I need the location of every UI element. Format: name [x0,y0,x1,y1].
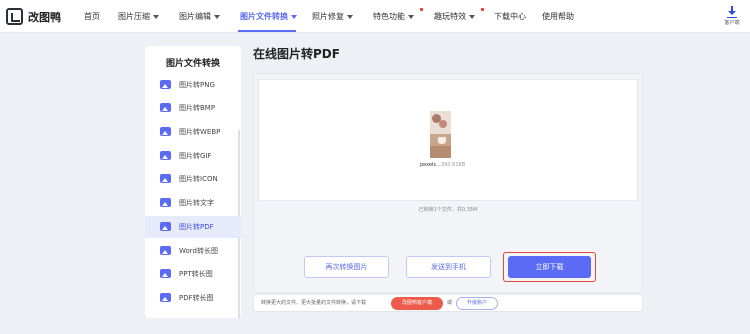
nav-featured[interactable]: 特色功能 [373,11,414,22]
chevron-down-icon [153,14,159,19]
nav-home[interactable]: 首页 [84,11,100,22]
sidebar-item-pdf-long-image[interactable]: PDF转长图 [145,287,241,309]
sidebar-item-ppt-long-image[interactable]: PPT转长图 [145,263,241,285]
image-icon [160,174,171,183]
upgrade-account-button[interactable]: 升级账户 [456,297,498,310]
sidebar-item-label: 图片转ICON [179,175,218,183]
sidebar-item-label: 图片转PNG [179,81,215,89]
sidebar-item-webp[interactable]: 图片转WEBP [145,121,241,143]
conversion-summary: 已转换1个文件，共0.35M [418,207,478,213]
chevron-down-icon [469,14,475,19]
sidebar-item-png[interactable]: 图片转PNG [145,74,241,96]
image-icon [160,246,171,255]
nav-download-center[interactable]: 下载中心 [494,11,526,22]
sidebar-item-label: PPT转长图 [179,270,213,278]
image-icon [160,151,171,160]
logo-text: 改图鸭 [28,10,61,24]
image-icon [160,293,171,302]
download-button[interactable]: 立即下载 [508,256,591,278]
new-badge [481,8,484,11]
logo[interactable]: 改图鸭 [6,8,61,25]
sidebar-item-text[interactable]: 图片转文字 [145,192,241,214]
sidebar-item-label: 图片转PDF [179,223,214,231]
sidebar-item-label: 图片转BMP [179,104,216,112]
nav-image-edit[interactable]: 图片编辑 [179,11,220,22]
sidebar-item-icon[interactable]: 图片转ICON [145,168,241,190]
chevron-down-icon [347,14,353,19]
logo-icon [6,8,23,25]
nav-image-file-convert[interactable]: 图片文件转换 [240,11,297,22]
file-thumbnail[interactable] [430,111,451,158]
image-icon [160,103,171,112]
sidebar-item-label: Word转长图 [179,247,218,255]
sidebar-item-word-long-image[interactable]: Word转长图 [145,240,241,262]
download-icon [728,6,736,16]
sidebar-item-label: PDF转长图 [179,294,214,302]
page-title: 在线图片转PDF [253,47,340,61]
image-icon [160,127,171,136]
image-icon [160,198,171,207]
reconvert-button[interactable]: 再次转换图片 [304,256,389,278]
chevron-down-icon [214,14,220,19]
client-download-label: 客户端 [724,20,740,26]
file-name: pexels... [420,162,441,168]
sidebar-item-label: 图片转GIF [179,152,212,160]
nav-help[interactable]: 使用帮助 [542,11,574,22]
chevron-down-icon [408,14,414,19]
image-icon [160,222,171,231]
sidebar-item-label: 图片转文字 [179,199,214,207]
image-icon [160,269,171,278]
image-icon [160,80,171,89]
info-text: 转换更大的文件、更大批量的文件转换，请下载 [261,300,367,306]
send-to-phone-button[interactable]: 发送到手机 [406,256,491,278]
sidebar-item-gif[interactable]: 图片转GIF [145,145,241,167]
new-badge [420,8,423,11]
download-client-button[interactable]: 改图鸭客户端 [391,297,443,310]
nav-image-compress[interactable]: 图片压缩 [118,11,159,22]
or-text: 或 [447,300,453,306]
top-header: 改图鸭 首页 图片压缩 图片编辑 图片文件转换 照片修复 特色功能 趣玩特效 下… [0,0,750,33]
client-download-button[interactable]: 客户端 [720,6,744,26]
nav-fun-effects[interactable]: 趣玩特效 [434,11,475,22]
file-size: 390.81KB [441,162,466,168]
active-nav-indicator [238,30,296,32]
sidebar-item-label: 图片转WEBP [179,128,221,136]
sidebar-item-bmp[interactable]: 图片转BMP [145,97,241,119]
sidebar-item-pdf[interactable]: 图片转PDF [145,216,241,238]
chevron-down-icon [291,14,297,19]
sidebar-title: 图片文件转换 [165,59,220,69]
nav-photo-repair[interactable]: 照片修复 [312,11,353,22]
